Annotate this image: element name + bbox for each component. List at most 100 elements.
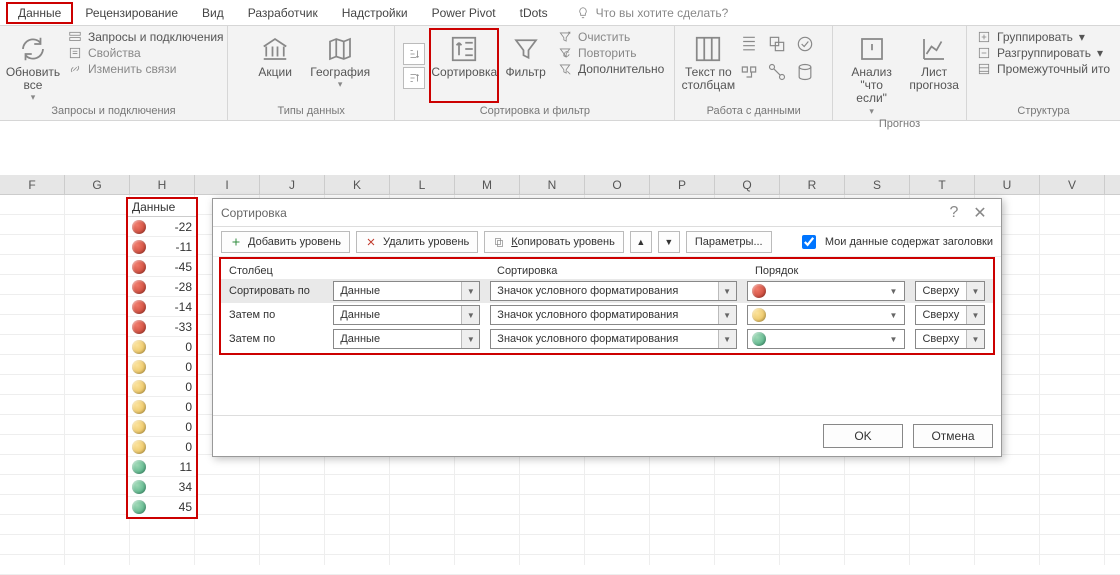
add-level-button[interactable]: Добавить уровень — [221, 231, 350, 253]
chevron-down-icon: ▼ — [966, 282, 984, 300]
sort-icon-combo[interactable]: ▼ — [747, 329, 906, 349]
data-row[interactable]: 0 — [128, 437, 196, 457]
ok-button[interactable]: OK — [823, 424, 903, 448]
column-header-T[interactable]: T — [910, 175, 975, 194]
consolidate-button[interactable] — [739, 62, 763, 86]
column-header-P[interactable]: P — [650, 175, 715, 194]
cancel-button[interactable]: Отмена — [913, 424, 993, 448]
column-header-U[interactable]: U — [975, 175, 1040, 194]
subtotal-label: Промежуточный ито — [997, 62, 1110, 76]
sort-on-combo[interactable]: Значок условного форматирования▼ — [490, 329, 736, 349]
column-header-R[interactable]: R — [780, 175, 845, 194]
sort-on-combo[interactable]: Значок условного форматирования▼ — [490, 281, 736, 301]
chevron-up-icon: ▲ — [636, 237, 645, 247]
data-row[interactable]: 45 — [128, 497, 196, 517]
column-header-V[interactable]: V — [1040, 175, 1105, 194]
data-row[interactable]: 0 — [128, 417, 196, 437]
move-down-button[interactable]: ▼ — [658, 231, 680, 253]
dialog-close-button[interactable]: ✕ — [967, 203, 993, 223]
relationships-button[interactable] — [767, 62, 791, 86]
tab-powerpivot[interactable]: Power Pivot — [420, 2, 508, 24]
filter-button[interactable]: Фильтр — [499, 28, 552, 103]
sort-column-combo[interactable]: Данные▼ — [333, 329, 480, 349]
queries-connections-button[interactable]: Запросы и подключения — [68, 30, 224, 44]
edit-links-label: Изменить связи — [88, 62, 176, 76]
flash-fill-button[interactable] — [739, 34, 763, 58]
tab-developer[interactable]: Разработчик — [236, 2, 330, 24]
column-header-Q[interactable]: Q — [715, 175, 780, 194]
data-row[interactable]: -14 — [128, 297, 196, 317]
data-validation-button[interactable] — [795, 34, 819, 58]
column-header-G[interactable]: G — [65, 175, 130, 194]
sort-icon-combo[interactable]: ▼ — [747, 281, 906, 301]
column-header-J[interactable]: J — [260, 175, 325, 194]
column-header-N[interactable]: N — [520, 175, 585, 194]
column-header-M[interactable]: M — [455, 175, 520, 194]
headers-checkbox[interactable] — [802, 235, 816, 249]
tab-addins[interactable]: Надстройки — [330, 2, 420, 24]
sort-position-combo[interactable]: Сверху▼ — [915, 329, 985, 349]
data-row[interactable]: -28 — [128, 277, 196, 297]
tab-review[interactable]: Рецензирование — [73, 2, 190, 24]
ungroup-button[interactable]: Разгруппировать ▾ — [977, 46, 1110, 60]
data-row[interactable]: 0 — [128, 397, 196, 417]
data-row[interactable]: 11 — [128, 457, 196, 477]
data-row[interactable]: 0 — [128, 337, 196, 357]
group-rows-button[interactable]: Группировать ▾ — [977, 30, 1110, 44]
tab-view[interactable]: Вид — [190, 2, 236, 24]
refresh-all-button[interactable]: Обновить все ▾ — [4, 28, 62, 103]
options-label: Параметры... — [695, 236, 763, 248]
sort-position-combo[interactable]: Сверху▼ — [915, 281, 985, 301]
data-column-header[interactable]: Данные — [128, 199, 196, 217]
remove-duplicates-button[interactable] — [767, 34, 791, 58]
stocks-button[interactable]: Акции — [246, 28, 304, 103]
data-row[interactable]: 34 — [128, 477, 196, 497]
cop697-level-button[interactable]: Копировать уровень — [484, 231, 624, 253]
manage-datamodel-button[interactable] — [795, 62, 819, 86]
column-header-O[interactable]: O — [585, 175, 650, 194]
column-header-I[interactable]: I — [195, 175, 260, 194]
whatif-button[interactable]: Анализ "что если" ▾ — [837, 28, 906, 116]
dialog-titlebar[interactable]: Сортировка ? ✕ — [213, 199, 1001, 227]
column-header-H[interactable]: H — [130, 175, 195, 194]
data-row[interactable]: -22 — [128, 217, 196, 237]
delete-level-button[interactable]: Удалить уровень — [356, 231, 478, 253]
sort-column-combo[interactable]: Данные▼ — [333, 281, 480, 301]
data-row[interactable]: 0 — [128, 377, 196, 397]
sort-button[interactable]: Сортировка — [429, 28, 499, 103]
sort-asc-button[interactable] — [403, 43, 425, 65]
reapply-filter-button[interactable]: Повторить — [558, 46, 664, 60]
tell-me-label: Что вы хотите сделать? — [596, 6, 729, 20]
sort-icon-combo[interactable]: ▼ — [747, 305, 906, 325]
column-header-L[interactable]: L — [390, 175, 455, 194]
edit-links-button[interactable]: Изменить связи — [68, 62, 224, 76]
column-header-S[interactable]: S — [845, 175, 910, 194]
advanced-filter-button[interactable]: Дополнительно — [558, 62, 664, 76]
add-level-hotkey: Д — [248, 236, 256, 248]
geography-button[interactable]: География ▾ — [304, 28, 376, 103]
clear-filter-button[interactable]: Очистить — [558, 30, 664, 44]
column-header-K[interactable]: K — [325, 175, 390, 194]
tab-tdots[interactable]: tDots — [508, 2, 560, 24]
chevron-down-icon: ▼ — [718, 306, 736, 324]
column-header-F[interactable]: F — [0, 175, 65, 194]
data-row[interactable]: -11 — [128, 237, 196, 257]
subtotal-button[interactable]: Промежуточный ито — [977, 62, 1110, 76]
sort-on-combo[interactable]: Значок условного форматирования▼ — [490, 305, 736, 325]
tell-me-search[interactable]: Что вы хотите сделать? — [560, 6, 729, 20]
move-up-button[interactable]: ▲ — [630, 231, 652, 253]
data-row[interactable]: 0 — [128, 357, 196, 377]
text-to-columns-button[interactable]: Текст по столбцам — [679, 28, 737, 103]
sort-position-combo[interactable]: Сверху▼ — [915, 305, 985, 325]
data-row[interactable]: -45 — [128, 257, 196, 277]
tab-data[interactable]: Данные — [6, 2, 73, 24]
data-row[interactable]: -33 — [128, 317, 196, 337]
properties-button[interactable]: Свойства — [68, 46, 224, 60]
dialog-help-button[interactable]: ? — [941, 204, 967, 222]
data-cell-value: -11 — [146, 240, 196, 254]
headers-checkbox-wrap[interactable]: Мои данные содержат заголовки — [798, 232, 993, 252]
sort-desc-button[interactable] — [403, 67, 425, 89]
sort-column-combo[interactable]: Данные▼ — [333, 305, 480, 325]
forecast-sheet-button[interactable]: Лист прогноза — [906, 28, 962, 116]
sort-options-button[interactable]: Параметры... — [686, 231, 772, 253]
